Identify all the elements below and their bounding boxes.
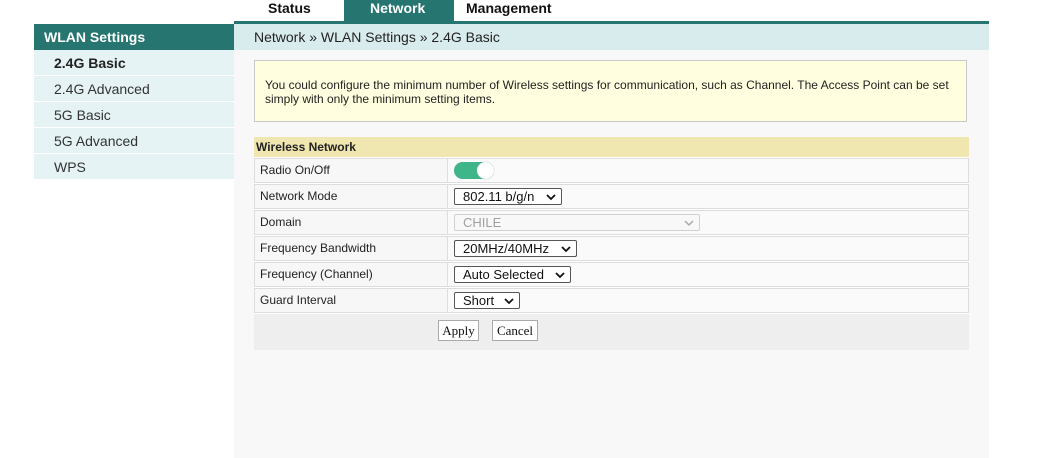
apply-button[interactable]: Apply bbox=[438, 320, 479, 341]
main-content: Network » WLAN Settings » 2.4G Basic You… bbox=[234, 24, 989, 458]
sidebar-item-5g-basic[interactable]: 5G Basic bbox=[34, 102, 234, 128]
form-row-frequency-channel: Frequency (Channel) Auto Selected bbox=[254, 262, 969, 288]
chevron-down-icon bbox=[555, 272, 565, 279]
guard-interval-label: Guard Interval bbox=[254, 288, 447, 313]
form-row-guard-interval: Guard Interval Short bbox=[254, 288, 969, 314]
cancel-button[interactable]: Cancel bbox=[492, 320, 538, 341]
chevron-down-icon bbox=[504, 298, 514, 305]
info-message: You could configure the minimum number o… bbox=[254, 60, 967, 122]
domain-select: CHILE bbox=[454, 214, 700, 231]
top-nav: Status Network Management bbox=[234, 0, 584, 22]
sidebar-item-wps[interactable]: WPS bbox=[34, 154, 234, 180]
network-mode-label: Network Mode bbox=[254, 184, 447, 209]
domain-value: CHILE bbox=[463, 215, 502, 230]
form-row-domain: Domain CHILE bbox=[254, 210, 969, 236]
frequency-channel-select[interactable]: Auto Selected bbox=[454, 266, 571, 283]
guard-interval-select[interactable]: Short bbox=[454, 292, 520, 309]
sidebar-item-2-4g-basic[interactable]: 2.4G Basic bbox=[34, 50, 234, 76]
sidebar-title: WLAN Settings bbox=[34, 24, 234, 50]
frequency-channel-value: Auto Selected bbox=[463, 267, 544, 282]
guard-interval-value: Short bbox=[463, 293, 495, 308]
toggle-knob bbox=[477, 162, 494, 179]
button-row: Apply Cancel bbox=[254, 314, 969, 350]
frequency-bandwidth-select[interactable]: 20MHz/40MHz bbox=[454, 240, 577, 257]
breadcrumb: Network » WLAN Settings » 2.4G Basic bbox=[234, 24, 989, 50]
tab-management[interactable]: Management bbox=[454, 0, 584, 22]
chevron-down-icon bbox=[684, 220, 694, 227]
domain-label: Domain bbox=[254, 210, 447, 235]
radio-label: Radio On/Off bbox=[254, 158, 447, 183]
network-mode-value: 802.11 b/g/n bbox=[463, 189, 535, 204]
frequency-channel-label: Frequency (Channel) bbox=[254, 262, 447, 287]
section-title: Wireless Network bbox=[254, 137, 969, 158]
frequency-bandwidth-value: 20MHz/40MHz bbox=[463, 241, 549, 256]
network-mode-select[interactable]: 802.11 b/g/n bbox=[454, 188, 562, 205]
sidebar-item-2-4g-advanced[interactable]: 2.4G Advanced bbox=[34, 76, 234, 102]
form-row-frequency-bandwidth: Frequency Bandwidth 20MHz/40MHz bbox=[254, 236, 969, 262]
tab-status[interactable]: Status bbox=[234, 0, 344, 22]
wireless-network-form: Wireless Network Radio On/Off Network Mo… bbox=[254, 137, 969, 350]
radio-toggle[interactable] bbox=[454, 162, 494, 179]
tab-network[interactable]: Network bbox=[344, 0, 454, 22]
chevron-down-icon bbox=[546, 194, 556, 201]
form-row-radio: Radio On/Off bbox=[254, 158, 969, 184]
chevron-down-icon bbox=[561, 246, 571, 253]
form-row-network-mode: Network Mode 802.11 b/g/n bbox=[254, 184, 969, 210]
sidebar: 2.4G Basic 2.4G Advanced 5G Basic 5G Adv… bbox=[34, 50, 234, 180]
frequency-bandwidth-label: Frequency Bandwidth bbox=[254, 236, 447, 261]
sidebar-item-5g-advanced[interactable]: 5G Advanced bbox=[34, 128, 234, 154]
